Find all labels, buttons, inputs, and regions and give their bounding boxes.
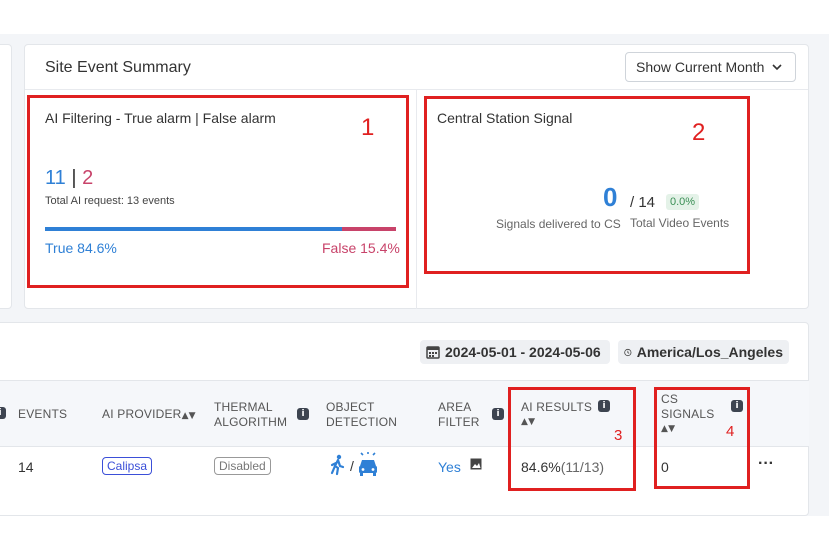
annotation-box-1 xyxy=(27,95,409,288)
info-icon[interactable]: i xyxy=(0,407,6,419)
header-area-filter: AREA FILTER xyxy=(438,400,480,430)
timezone-chip[interactable]: America/Los_Angeles xyxy=(618,340,789,364)
image-icon[interactable] xyxy=(470,458,482,470)
more-options-button[interactable]: ··· xyxy=(758,455,774,473)
chevron-down-icon xyxy=(772,64,782,71)
thermal-info-icon[interactable]: i xyxy=(297,408,309,420)
object-separator: / xyxy=(350,458,354,474)
header-ai-provider[interactable]: AI PROVIDER▲▼ xyxy=(102,407,196,424)
ai-provider-tag: Calipsa xyxy=(102,457,153,475)
header-object-line1: OBJECT xyxy=(326,400,375,414)
summary-header: Site Event Summary Show Current Month xyxy=(25,45,808,90)
header-events[interactable]: EVENTS xyxy=(18,407,67,422)
annotation-number-1: 1 xyxy=(361,114,375,141)
summary-divider xyxy=(416,90,417,309)
area-filter-info-icon[interactable]: i xyxy=(492,408,504,420)
thermal-status-tag: Disabled xyxy=(214,457,271,475)
annotation-number-4: 4 xyxy=(726,423,735,440)
header-ai-provider-label: AI PROVIDER xyxy=(102,407,182,421)
date-range-label: 2024-05-01 - 2024-05-06 xyxy=(445,344,601,360)
vehicle-icon xyxy=(359,452,377,476)
header-area-line2: FILTER xyxy=(438,415,480,429)
person-walking-icon xyxy=(330,454,345,476)
annotation-number-3: 3 xyxy=(614,427,623,444)
sort-icon[interactable]: ▲▼ xyxy=(182,411,196,421)
header-thermal-line1: THERMAL xyxy=(214,400,273,414)
summary-title: Site Event Summary xyxy=(45,59,191,76)
show-current-month-dropdown[interactable]: Show Current Month xyxy=(625,52,796,82)
annotation-box-4 xyxy=(654,387,750,489)
header-object-line2: DETECTION xyxy=(326,415,398,429)
header-thermal-algorithm: THERMAL ALGORITHM xyxy=(214,400,287,430)
date-range-chip[interactable]: 2024-05-01 - 2024-05-06 xyxy=(420,340,610,364)
timezone-label: America/Los_Angeles xyxy=(636,344,783,360)
month-button-label: Show Current Month xyxy=(636,59,765,75)
clock-icon xyxy=(624,348,632,356)
calendar-icon xyxy=(426,346,440,359)
annotation-number-2: 2 xyxy=(692,119,706,146)
header-thermal-line2: ALGORITHM xyxy=(214,415,288,429)
header-area-line1: AREA xyxy=(438,400,472,414)
cell-events: 14 xyxy=(18,459,34,475)
left-card-edge xyxy=(0,44,12,309)
header-object-detection: OBJECT DETECTION xyxy=(326,400,397,430)
area-filter-value[interactable]: Yes xyxy=(438,459,461,475)
